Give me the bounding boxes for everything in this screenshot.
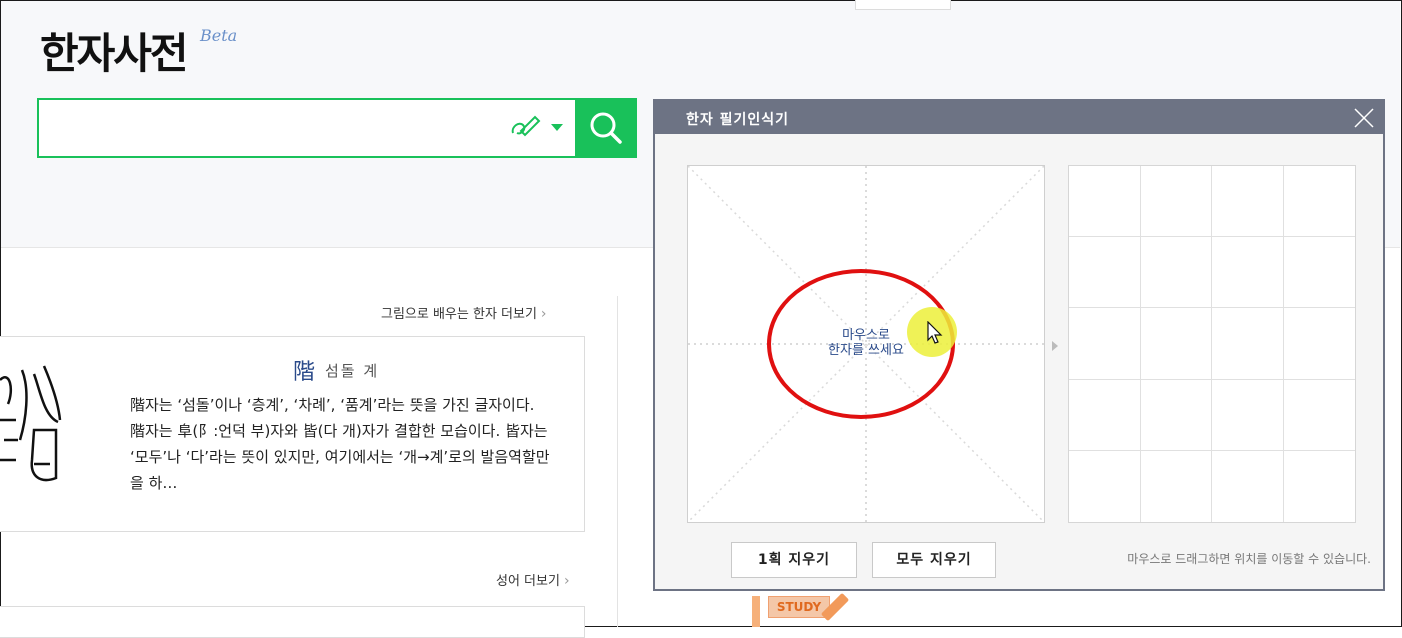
handwriting-icon[interactable] [509, 113, 541, 145]
arrow-right-icon [1052, 341, 1058, 351]
picture-hanja-more-link[interactable]: 그림으로 배우는 한자 더보기 › [381, 303, 547, 322]
hanja-meaning: 섬돌 계 [325, 362, 380, 380]
candidate-cell[interactable] [1283, 308, 1355, 380]
site-logo[interactable]: 한자사전 [40, 20, 189, 81]
search-input[interactable] [47, 108, 491, 148]
search-box [37, 98, 579, 158]
candidate-cell[interactable] [1069, 237, 1141, 309]
handwriting-recognizer-dialog[interactable]: 한자 필기인식기 마우스로 한자를 쓰세요 1획 지우기 모두 지우기 마우스로… [653, 99, 1385, 591]
study-banner-edge [752, 596, 760, 627]
candidate-cell[interactable] [1283, 166, 1355, 238]
hanja-illustration [0, 360, 70, 494]
candidate-cell[interactable] [1069, 450, 1141, 522]
candidate-cell[interactable] [1140, 379, 1212, 451]
drag-hint: 마우스로 드래그하면 위치를 이동할 수 있습니다. [1127, 552, 1371, 566]
chevron-down-icon[interactable] [551, 124, 563, 131]
candidate-cell[interactable] [1140, 237, 1212, 309]
candidate-cell[interactable] [1212, 166, 1284, 238]
candidate-cell[interactable] [1283, 237, 1355, 309]
idiom-more-label: 성어 더보기 [496, 574, 560, 589]
candidate-cell[interactable] [1212, 237, 1284, 309]
beta-badge: Beta [200, 26, 238, 45]
mouse-cursor-icon [927, 320, 943, 349]
hanja-character[interactable]: 階 [293, 354, 315, 386]
erase-one-stroke-button[interactable]: 1획 지우기 [731, 542, 857, 578]
search-icon [590, 112, 622, 144]
candidate-cell[interactable] [1140, 166, 1212, 238]
erase-all-button[interactable]: 모두 지우기 [872, 542, 996, 578]
candidate-cell[interactable] [1212, 450, 1284, 522]
dialog-titlebar[interactable]: 한자 필기인식기 [655, 101, 1383, 134]
candidate-cell[interactable] [1069, 379, 1141, 451]
top-tab[interactable] [855, 0, 951, 10]
idiom-card[interactable] [0, 606, 585, 638]
candidate-cell[interactable] [1140, 308, 1212, 380]
hanja-description: 階자는 ‘섬돌’이나 ‘층계’, ‘차례’, ‘품계’라는 뜻을 가진 글자이다… [130, 396, 550, 492]
candidate-grid [1068, 165, 1356, 523]
chevron-right-icon: › [563, 573, 570, 589]
idiom-more-link[interactable]: 성어 더보기 › [496, 570, 570, 589]
search-button[interactable] [575, 98, 637, 158]
candidate-cell[interactable] [1069, 166, 1141, 238]
candidate-cell[interactable] [1141, 450, 1212, 522]
candidate-cell[interactable] [1212, 379, 1284, 451]
column-divider [617, 296, 618, 627]
close-icon[interactable] [1353, 107, 1375, 129]
dialog-title: 한자 필기인식기 [686, 112, 790, 128]
candidate-cell[interactable] [1069, 308, 1141, 380]
candidate-cell[interactable] [1283, 380, 1355, 451]
chevron-right-icon: › [540, 306, 547, 322]
candidate-cell[interactable] [1212, 308, 1284, 380]
picture-hanja-more-label: 그림으로 배우는 한자 더보기 [381, 307, 537, 322]
candidate-cell[interactable] [1284, 451, 1356, 522]
